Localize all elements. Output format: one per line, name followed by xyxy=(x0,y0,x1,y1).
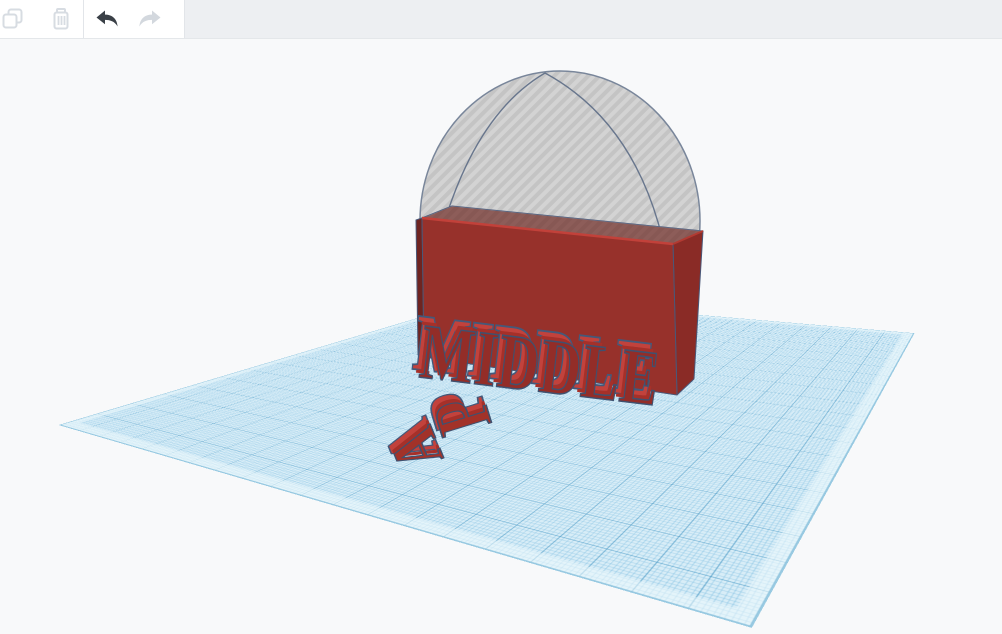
toolbar xyxy=(0,0,1002,39)
toolbar-separator xyxy=(184,0,185,38)
undo-icon xyxy=(94,9,120,29)
delete-button[interactable] xyxy=(44,0,78,38)
duplicate-button[interactable] xyxy=(0,0,30,38)
duplicate-icon xyxy=(1,7,25,31)
viewport[interactable]: MIDDLE MIDDLE MIDDLE P P P A xyxy=(0,39,1002,634)
delete-icon xyxy=(50,7,72,31)
tinkercad-3d-editor: MIDDLE MIDDLE MIDDLE P P P A xyxy=(0,0,1002,634)
redo-icon xyxy=(137,9,163,29)
toolbar-separator xyxy=(83,0,84,38)
undo-button[interactable] xyxy=(90,0,124,38)
redo-button[interactable] xyxy=(133,0,167,38)
toolbar-left-group xyxy=(0,0,185,38)
